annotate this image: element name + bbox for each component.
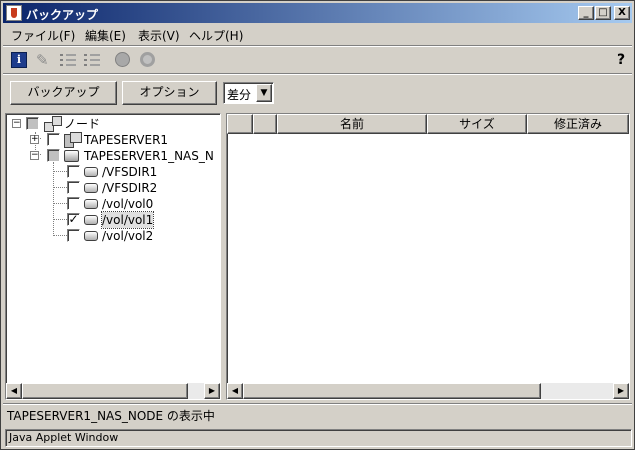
volume-icon: [84, 199, 98, 209]
network-icon: [44, 116, 62, 132]
list-icon[interactable]: [60, 52, 76, 68]
volume-icon: [84, 183, 98, 193]
minimize-button[interactable]: _: [578, 6, 594, 20]
toolbar-divider: [3, 45, 632, 47]
status-divider: [3, 403, 632, 405]
menu-help[interactable]: ヘルプ(H): [189, 27, 243, 44]
scroll-right-icon[interactable]: ▶: [613, 383, 629, 399]
scroll-left-icon[interactable]: ◀: [6, 383, 22, 399]
backup-mode-select[interactable]: 差分 ▼: [223, 82, 274, 104]
volume-label: /vol/vol1: [100, 211, 155, 229]
info-icon[interactable]: i: [11, 52, 27, 68]
chevron-down-icon[interactable]: ▼: [256, 84, 272, 102]
node-tree[interactable]: − ノード + TAPESERVER1 − TAPESERVER1_NAS_N …: [5, 113, 221, 400]
file-list[interactable]: 名前 サイズ 修正済み ◀ ▶: [226, 113, 630, 400]
scroll-thumb[interactable]: [22, 383, 188, 399]
column-header-icon[interactable]: [227, 114, 253, 134]
tree-volume[interactable]: /VFSDIR2: [6, 180, 216, 196]
menu-bar: ファイル(F) 編集(E) 表示(V) ヘルプ(H): [3, 24, 632, 44]
tree-node-checkbox[interactable]: [47, 149, 60, 162]
title-bar[interactable]: バックアップ _ □ X: [3, 3, 632, 23]
scroll-right-icon[interactable]: ▶: [204, 383, 220, 399]
volume-checkbox[interactable]: [67, 197, 80, 210]
brush-icon[interactable]: ✎: [36, 52, 52, 68]
column-header-size[interactable]: サイズ: [427, 114, 527, 134]
volume-checkbox[interactable]: [67, 181, 80, 194]
collapse-icon[interactable]: −: [12, 119, 21, 128]
maximize-button[interactable]: □: [595, 6, 611, 20]
volume-checkbox-checked[interactable]: ✓: [67, 213, 80, 226]
expand-icon[interactable]: +: [30, 135, 39, 144]
tree-volume-selected[interactable]: ✓ /vol/vol1: [6, 211, 216, 229]
tree-root-checkbox[interactable]: [26, 117, 39, 130]
tree-volume[interactable]: /VFSDIR1: [6, 164, 216, 180]
help-icon[interactable]: ?: [613, 52, 629, 68]
backup-button[interactable]: バックアップ: [10, 81, 117, 105]
collapse-icon[interactable]: −: [30, 151, 39, 160]
file-list-header: 名前 サイズ 修正済み: [227, 114, 629, 134]
nas-icon: [64, 150, 79, 162]
server-icon: [64, 132, 82, 148]
backup-mode-value: 差分: [227, 88, 252, 102]
scroll-left-icon[interactable]: ◀: [227, 383, 243, 399]
scroll-thumb[interactable]: [243, 383, 541, 399]
tree-node-nas[interactable]: − TAPESERVER1_NAS_N: [6, 148, 220, 164]
column-header-name[interactable]: 名前: [277, 114, 427, 134]
toolbar-divider: [3, 73, 632, 75]
menu-view[interactable]: 表示(V): [138, 27, 180, 44]
tree-node-checkbox[interactable]: [47, 133, 60, 146]
numbered-list-icon[interactable]: [84, 52, 100, 68]
tree-node-label: TAPESERVER1_NAS_N: [84, 149, 214, 163]
menu-edit[interactable]: 編集(E): [85, 27, 126, 44]
backup-window: バックアップ _ □ X ファイル(F) 編集(E) 表示(V) ヘルプ(H) …: [0, 0, 635, 450]
menu-file[interactable]: ファイル(F): [11, 27, 75, 44]
tree-node-tapeserver1[interactable]: + TAPESERVER1: [6, 132, 216, 148]
tree-node-label: TAPESERVER1: [84, 133, 169, 147]
volume-label: /VFSDIR1: [102, 165, 158, 179]
tree-root[interactable]: − ノード: [6, 116, 216, 132]
stop-icon[interactable]: [140, 52, 155, 67]
volume-checkbox[interactable]: [67, 165, 80, 178]
applet-warning-bar: Java Applet Window: [5, 429, 632, 447]
tree-horizontal-scrollbar[interactable]: ◀ ▶: [6, 383, 220, 399]
volume-icon: [84, 231, 98, 241]
list-horizontal-scrollbar[interactable]: ◀ ▶: [227, 383, 629, 399]
volume-label: /vol/vol0: [102, 197, 154, 211]
column-header-modified[interactable]: 修正済み: [527, 114, 629, 134]
volume-label: /vol/vol2: [102, 229, 154, 243]
tree-volume[interactable]: /vol/vol2: [6, 228, 216, 244]
volume-icon: [84, 167, 98, 177]
record-icon[interactable]: [115, 52, 130, 67]
window-title: バックアップ: [26, 8, 99, 22]
tree-root-label: ノード: [64, 117, 101, 131]
close-button[interactable]: X: [614, 6, 630, 20]
status-text: TAPESERVER1_NAS_NODE の表示中: [7, 409, 215, 423]
options-button[interactable]: オプション: [122, 81, 217, 105]
icon-toolbar: i ✎ ?: [3, 48, 632, 72]
java-app-icon: [6, 5, 22, 21]
volume-checkbox[interactable]: [67, 229, 80, 242]
volume-icon: [84, 215, 98, 225]
volume-label: /VFSDIR2: [102, 181, 158, 195]
column-header-check[interactable]: [253, 114, 277, 134]
tree-volume[interactable]: /vol/vol0: [6, 196, 216, 212]
